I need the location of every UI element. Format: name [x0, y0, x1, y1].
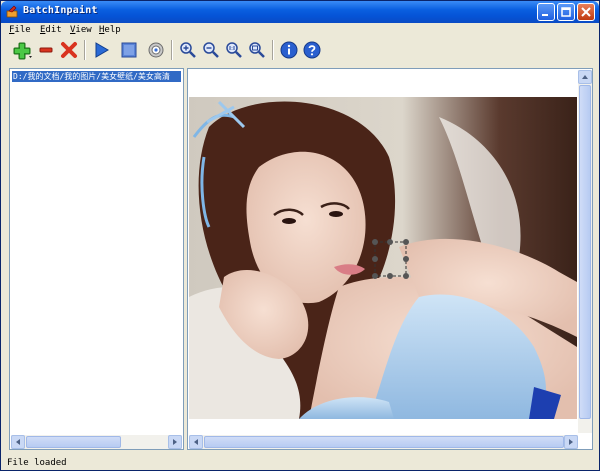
menu-view[interactable]: View — [70, 25, 92, 35]
settings-button[interactable] — [145, 39, 167, 61]
stop-button[interactable] — [118, 39, 140, 61]
zoom-actual-icon — [226, 42, 242, 58]
file-list-item[interactable]: D:/我的文档/我的图片/美女壁纸/美女高清 — [12, 71, 181, 82]
scroll-left-button[interactable] — [11, 435, 25, 449]
run-button[interactable] — [90, 39, 112, 61]
info-icon — [280, 41, 298, 59]
zoom-actual-button[interactable] — [223, 39, 245, 61]
minimize-icon — [542, 14, 548, 16]
scroll-left-button[interactable] — [189, 435, 203, 449]
add-icon — [13, 42, 32, 60]
info-button[interactable] — [278, 39, 300, 61]
minimize-button[interactable] — [537, 3, 555, 21]
scroll-right-button[interactable] — [168, 435, 182, 449]
stop-icon — [121, 42, 137, 58]
arrow-right-icon — [173, 439, 177, 445]
toolbar-separator — [171, 40, 173, 60]
scroll-up-button[interactable] — [578, 70, 592, 84]
menu-help[interactable]: Help — [99, 25, 121, 35]
maximize-icon — [561, 7, 571, 17]
canvas-vscrollbar[interactable] — [578, 70, 592, 433]
toolbar — [4, 37, 598, 63]
toolbar-separator — [84, 40, 86, 60]
app-window: BatchInpaint File Edit View Help D:/我的文档… — [0, 0, 600, 471]
remove-icon — [39, 47, 53, 53]
image-canvas-panel[interactable] — [187, 68, 593, 450]
settings-icon — [148, 42, 164, 58]
zoom-out-icon — [203, 42, 219, 58]
zoom-in-button[interactable] — [177, 39, 199, 61]
help-button[interactable] — [301, 39, 323, 61]
close-button[interactable] — [577, 3, 595, 21]
zoom-in-icon — [180, 42, 196, 58]
file-list-hscrollbar[interactable] — [11, 435, 182, 449]
app-logo-icon — [6, 5, 18, 18]
status-bar: File loaded — [4, 454, 598, 470]
window-title: BatchInpaint — [23, 5, 98, 16]
arrow-left-icon — [16, 439, 20, 445]
delete-icon — [61, 42, 77, 58]
add-button[interactable] — [10, 39, 32, 61]
menu-edit[interactable]: Edit — [40, 25, 62, 35]
canvas-hscrollbar[interactable] — [189, 435, 578, 449]
status-text: File loaded — [7, 458, 67, 468]
menu-file[interactable]: File — [9, 25, 31, 35]
zoom-fit-icon — [249, 42, 265, 58]
close-icon — [581, 7, 591, 17]
title-bar[interactable]: BatchInpaint — [1, 1, 599, 23]
run-icon — [95, 42, 109, 58]
file-list-hscroll-thumb[interactable] — [26, 436, 121, 448]
zoom-fit-button[interactable] — [246, 39, 268, 61]
canvas-hscroll-thumb[interactable] — [204, 436, 564, 448]
canvas-vscroll-thumb[interactable] — [579, 85, 591, 419]
menu-bar: File Edit View Help — [4, 23, 598, 37]
arrow-left-icon — [194, 439, 198, 445]
maximize-button[interactable] — [557, 3, 575, 21]
scroll-right-button[interactable] — [564, 435, 578, 449]
delete-button[interactable] — [58, 39, 80, 61]
toolbar-separator — [272, 40, 274, 60]
arrow-up-icon — [582, 75, 588, 79]
file-list-panel[interactable]: D:/我的文档/我的图片/美女壁纸/美女高清 — [9, 68, 184, 450]
arrow-right-icon — [569, 439, 573, 445]
help-icon — [303, 41, 321, 59]
zoom-out-button[interactable] — [200, 39, 222, 61]
image-preview[interactable] — [189, 97, 577, 419]
remove-button[interactable] — [35, 39, 57, 61]
